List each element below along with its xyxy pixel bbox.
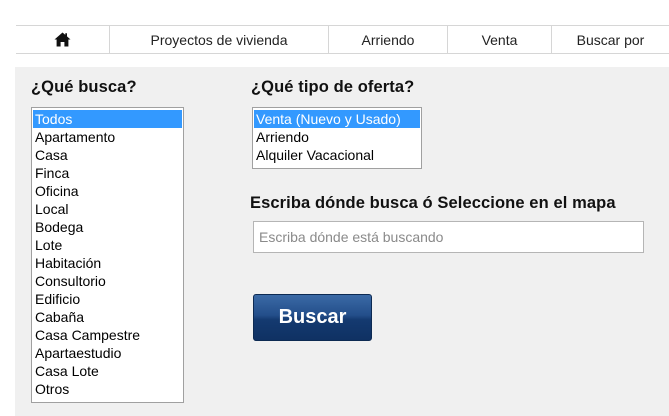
location-title: Escriba dónde busca ó Seleccione en el m… [250, 194, 616, 212]
nav-venta[interactable]: Venta [448, 26, 552, 53]
location-search-input[interactable] [253, 221, 644, 253]
nav-buscar-por[interactable]: Buscar por [552, 26, 669, 53]
property-type-option[interactable]: Casa Campestre [33, 326, 182, 344]
offer-type-option[interactable]: Alquiler Vacacional [254, 146, 420, 164]
offer-type-listbox[interactable]: Venta (Nuevo y Usado) Arriendo Alquiler … [252, 107, 422, 169]
property-type-title: ¿Qué busca? [31, 78, 137, 96]
top-navigation: Proyectos de vivienda Arriendo Venta Bus… [16, 25, 669, 54]
home-icon [54, 32, 71, 47]
offer-type-option[interactable]: Arriendo [254, 128, 420, 146]
search-button[interactable]: Buscar [253, 294, 372, 341]
property-type-option[interactable]: Habitación [33, 254, 182, 272]
property-type-option[interactable]: Oficina [33, 182, 182, 200]
offer-type-option[interactable]: Venta (Nuevo y Usado) [254, 110, 420, 128]
property-type-option[interactable]: Casa [33, 146, 182, 164]
property-type-option[interactable]: Lote [33, 236, 182, 254]
property-type-option[interactable]: Apartamento [33, 128, 182, 146]
property-type-option[interactable]: Apartaestudio [33, 344, 182, 362]
property-type-listbox[interactable]: Todos Apartamento Casa Finca Oficina Loc… [31, 107, 184, 403]
property-type-option[interactable]: Bodega [33, 218, 182, 236]
property-type-option[interactable]: Cabaña [33, 308, 182, 326]
property-type-option[interactable]: Otros [33, 380, 182, 398]
property-type-option[interactable]: Casa Lote [33, 362, 182, 380]
nav-proyectos-vivienda[interactable]: Proyectos de vivienda [110, 26, 329, 53]
property-type-option[interactable]: Local [33, 200, 182, 218]
property-type-option[interactable]: Consultorio [33, 272, 182, 290]
nav-arriendo[interactable]: Arriendo [329, 26, 448, 53]
offer-type-title: ¿Qué tipo de oferta? [251, 78, 415, 96]
property-type-option[interactable]: Finca [33, 164, 182, 182]
nav-home[interactable] [16, 26, 110, 53]
property-type-option[interactable]: Edificio [33, 290, 182, 308]
property-type-option[interactable]: Todos [33, 110, 182, 128]
